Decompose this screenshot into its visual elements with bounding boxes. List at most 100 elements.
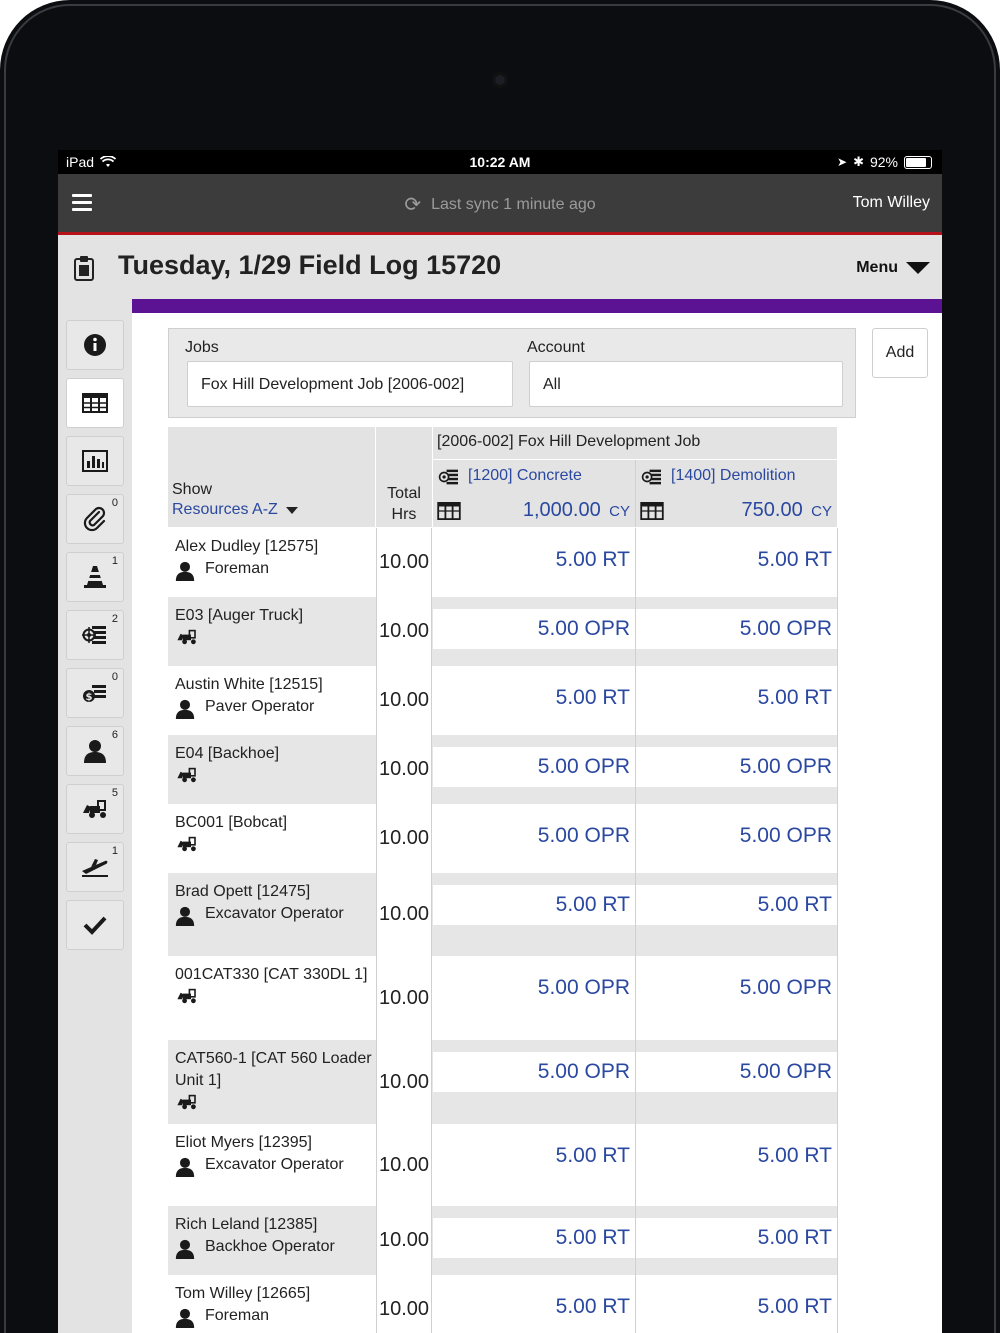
table-row[interactable]: 001CAT330 [CAT 330DL 1] 10.00 5.00 OPR 5.00…: [168, 956, 838, 1041]
resource-name: Rich Leland [12385]: [175, 1216, 318, 1233]
hours-cell-demolition[interactable]: 5.00 RT: [636, 1206, 838, 1275]
svg-text:$: $: [86, 692, 93, 703]
table-row[interactable]: Tom Willey [12665] Foreman 10.00 5.00 RT 5.0…: [168, 1275, 838, 1333]
table-row[interactable]: E04 [Backhoe] 10.00 5.00 OPR 5.00 OPR: [168, 735, 838, 805]
table-row[interactable]: CAT560-1 [CAT 560 Loader Unit 1] 10.00 5.0…: [168, 1040, 838, 1125]
hours-value[interactable]: 5.00 RT: [636, 678, 837, 718]
hours-cell-demolition[interactable]: 5.00 OPR: [636, 735, 838, 804]
accent-bar: [132, 299, 942, 313]
sidebar-item-crew[interactable]: 6: [66, 726, 124, 776]
resource-cell[interactable]: Alex Dudley [12575] Foreman: [168, 528, 375, 597]
hours-value[interactable]: 5.00 OPR: [433, 747, 635, 787]
hours-value[interactable]: 5.00 OPR: [433, 968, 635, 1008]
hours-cell-concrete[interactable]: 5.00 OPR: [433, 735, 636, 804]
resource-cell[interactable]: Eliot Myers [12395] Excavator Operator: [168, 1124, 375, 1206]
hours-cell-demolition[interactable]: 5.00 OPR: [636, 1040, 838, 1124]
table-row[interactable]: Austin White [12515] Paver Operator 10.00 5…: [168, 666, 838, 736]
hours-cell-concrete[interactable]: 5.00 RT: [433, 1275, 636, 1333]
hours-value[interactable]: 5.00 OPR: [433, 1052, 635, 1092]
hours-cell-demolition[interactable]: 5.00 RT: [636, 1124, 838, 1206]
table-row[interactable]: Eliot Myers [12395] Excavator Operator 10.…: [168, 1124, 838, 1207]
account-label: Account: [527, 339, 585, 356]
hours-value[interactable]: 5.00 RT: [433, 1218, 635, 1258]
resource-name: Tom Willey [12665]: [175, 1285, 311, 1302]
hours-value[interactable]: 5.00 RT: [433, 678, 635, 718]
hours-value[interactable]: 5.00 RT: [636, 1218, 837, 1258]
hours-cell-concrete[interactable]: 5.00 OPR: [433, 1040, 636, 1124]
hours-value[interactable]: 5.00 OPR: [636, 747, 837, 787]
sidebar-item-reports[interactable]: [66, 436, 124, 486]
hours-cell-concrete[interactable]: 5.00 RT: [433, 873, 636, 956]
sidebar-item-expenses[interactable]: $ 0: [66, 668, 124, 718]
hours-cell-concrete[interactable]: 5.00 RT: [433, 1206, 636, 1275]
sidebar-item-info[interactable]: [66, 320, 124, 370]
hours-value[interactable]: 5.00 RT: [433, 1136, 635, 1176]
resource-cell[interactable]: Tom Willey [12665] Foreman: [168, 1275, 375, 1333]
table-row[interactable]: Brad Opett [12475] Excavator Operator 10.0…: [168, 873, 838, 957]
person-icon: [175, 1308, 195, 1328]
resource-cell[interactable]: Rich Leland [12385] Backhoe Operator: [168, 1206, 375, 1275]
hours-value[interactable]: 5.00 RT: [433, 540, 635, 580]
hours-cell-demolition[interactable]: 5.00 RT: [636, 873, 838, 956]
hours-value[interactable]: 5.00 RT: [636, 1287, 837, 1327]
column-header-concrete[interactable]: [1200] Concrete 1,000.00 CY: [433, 460, 636, 527]
hours-value[interactable]: 5.00 OPR: [636, 609, 837, 649]
sort-dropdown[interactable]: Resources A-Z: [172, 501, 298, 519]
main-content: Jobs Fox Hill Development Job [2006-002]…: [132, 313, 942, 1333]
sync-icon[interactable]: ⟳: [404, 192, 421, 217]
table-row[interactable]: Alex Dudley [12575] Foreman 10.00 5.00 RT 5.…: [168, 528, 838, 598]
hours-cell-demolition[interactable]: 5.00 RT: [636, 1275, 838, 1333]
user-name[interactable]: Tom Willey: [853, 194, 930, 212]
hours-value[interactable]: 5.00 RT: [433, 885, 635, 925]
sidebar-item-attachments[interactable]: 0: [66, 494, 124, 544]
hours-cell-demolition[interactable]: 5.00 OPR: [636, 956, 838, 1040]
table-row[interactable]: Rich Leland [12385] Backhoe Operator 10.00…: [168, 1206, 838, 1276]
resource-cell[interactable]: E04 [Backhoe]: [168, 735, 375, 804]
sidebar-item-cost-codes[interactable]: 2: [66, 610, 124, 660]
resource-role: Excavator Operator: [175, 903, 375, 927]
hours-cell-concrete[interactable]: 5.00 OPR: [433, 597, 636, 666]
hours-value[interactable]: 5.00 OPR: [433, 609, 635, 649]
jobs-select[interactable]: Fox Hill Development Job [2006-002]: [187, 361, 513, 407]
sidebar-badge: 0: [111, 497, 118, 509]
hours-value[interactable]: 5.00 RT: [433, 1287, 635, 1327]
sidebar-item-travel[interactable]: 1: [66, 842, 124, 892]
sidebar-item-equipment[interactable]: 5: [66, 784, 124, 834]
hours-value[interactable]: 5.00 RT: [636, 1136, 837, 1176]
hours-cell-demolition[interactable]: 5.00 RT: [636, 528, 838, 597]
resource-cell[interactable]: E03 [Auger Truck]: [168, 597, 375, 666]
hours-cell-concrete[interactable]: 5.00 OPR: [433, 956, 636, 1040]
table-row[interactable]: BC001 [Bobcat] 10.00 5.00 OPR 5.00 OPR: [168, 804, 838, 874]
sidebar-item-submit[interactable]: [66, 900, 124, 950]
hours-value[interactable]: 5.00 OPR: [433, 816, 635, 856]
column-header-demolition[interactable]: [1400] Demolition 750.00 CY: [636, 460, 837, 527]
add-button[interactable]: Add: [872, 328, 928, 378]
table-row[interactable]: E03 [Auger Truck] 10.00 5.00 OPR 5.00 OPR: [168, 597, 838, 667]
hours-cell-demolition[interactable]: 5.00 RT: [636, 666, 838, 735]
resource-role: Backhoe Operator: [175, 1236, 375, 1260]
hours-cell-concrete[interactable]: 5.00 RT: [433, 666, 636, 735]
resource-cell[interactable]: BC001 [Bobcat]: [168, 804, 375, 873]
resource-cell[interactable]: Austin White [12515] Paver Operator: [168, 666, 375, 735]
account-select[interactable]: All: [529, 361, 843, 407]
sidebar-item-safety[interactable]: 1: [66, 552, 124, 602]
hours-cell-demolition[interactable]: 5.00 OPR: [636, 597, 838, 666]
sidebar-item-timesheet[interactable]: [66, 378, 124, 428]
resource-cell[interactable]: CAT560-1 [CAT 560 Loader Unit 1]: [168, 1040, 375, 1124]
hours-cell-concrete[interactable]: 5.00 RT: [433, 528, 636, 597]
hours-value[interactable]: 5.00 OPR: [636, 816, 837, 856]
menu-button[interactable]: Menu: [856, 259, 930, 277]
resource-role: Excavator Operator: [175, 1154, 375, 1178]
sync-status[interactable]: ⟳ Last sync 1 minute ago: [58, 192, 942, 217]
hours-value[interactable]: 5.00 OPR: [636, 1052, 837, 1092]
resource-cell[interactable]: Brad Opett [12475] Excavator Operator: [168, 873, 375, 956]
hours-value[interactable]: 5.00 RT: [636, 540, 837, 580]
clipboard-icon: [74, 256, 94, 281]
hours-cell-concrete[interactable]: 5.00 OPR: [433, 804, 636, 873]
resource-cell[interactable]: 001CAT330 [CAT 330DL 1]: [168, 956, 375, 1040]
resource-name: Alex Dudley [12575]: [175, 538, 319, 555]
hours-cell-demolition[interactable]: 5.00 OPR: [636, 804, 838, 873]
hours-value[interactable]: 5.00 RT: [636, 885, 837, 925]
hours-cell-concrete[interactable]: 5.00 RT: [433, 1124, 636, 1206]
hours-value[interactable]: 5.00 OPR: [636, 968, 837, 1008]
